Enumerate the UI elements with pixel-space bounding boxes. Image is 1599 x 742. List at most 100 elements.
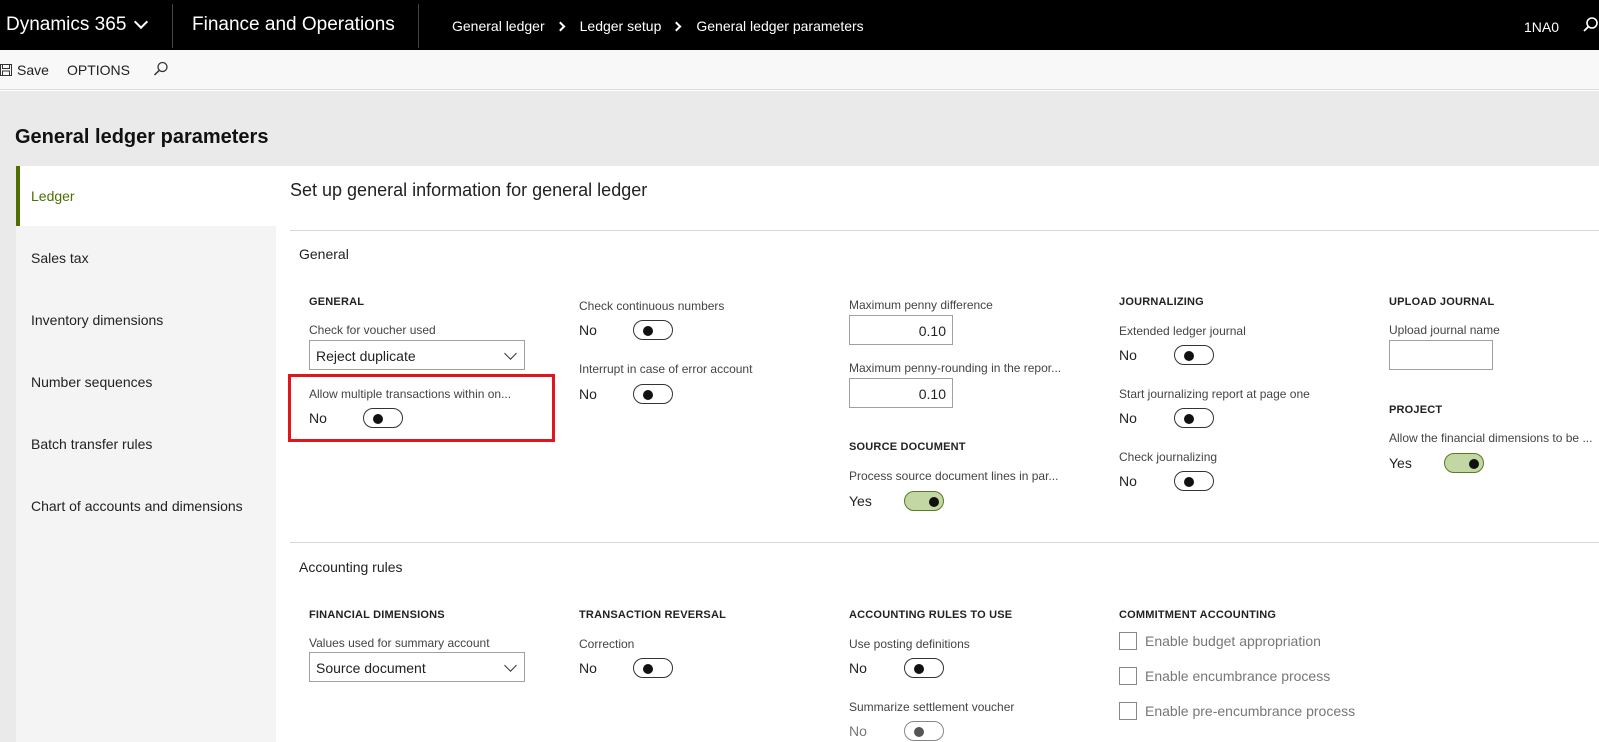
app-name[interactable]: Finance and Operations [192,14,395,36]
group-transaction-reversal: TRANSACTION REVERSAL [579,609,727,621]
save-label: Save [17,62,49,78]
group-source-document: SOURCE DOCUMENT [849,441,966,453]
correction-label: Correction [579,637,635,651]
budget-appropriation-checkbox[interactable]: Enable budget appropriation [1119,632,1321,650]
toggle-knob [1184,351,1194,361]
tab-batch-transfer-rules[interactable]: Batch transfer rules [16,414,276,474]
dynamics-365-menu[interactable]: Dynamics 365 [6,14,149,36]
tab-inventory-dimensions[interactable]: Inventory dimensions [16,290,276,350]
toggle-knob [1184,414,1194,424]
interrupt-error-toggle[interactable] [633,384,673,404]
posting-definitions-value: No [849,660,867,676]
brand-label: Dynamics 365 [6,14,127,35]
start-journalizing-toggle[interactable] [1174,408,1214,428]
section-accounting-rules[interactable]: Accounting rules [299,559,403,575]
top-navigation-bar: Dynamics 365 Finance and Operations Gene… [0,0,1599,50]
find-icon[interactable] [153,61,169,80]
correction-value: No [579,660,597,676]
group-financial-dimensions: FINANCIAL DIMENSIONS [309,609,445,621]
action-pane: Save OPTIONS [0,50,1599,90]
checkbox-box [1119,702,1137,720]
group-general: GENERAL [309,296,365,308]
checkbox-box [1119,667,1137,685]
tab-chart-of-accounts[interactable]: Chart of accounts and dimensions [16,476,276,536]
save-button[interactable]: Save [0,62,49,78]
voucher-value: Reject duplicate [316,348,416,364]
penny-difference-input[interactable]: 0.10 [849,315,953,345]
encumbrance-label: Enable encumbrance process [1145,668,1331,684]
upload-journal-input[interactable] [1389,340,1493,370]
tab-ledger[interactable]: Ledger [16,166,276,226]
page-title: General ledger parameters [15,126,269,148]
budget-appropriation-label: Enable budget appropriation [1145,633,1321,649]
breadcrumb-ledger-setup[interactable]: Ledger setup [580,18,662,34]
extended-journal-label: Extended ledger journal [1119,324,1246,338]
tab-number-sequences[interactable]: Number sequences [16,352,276,412]
group-commitment-accounting: COMMITMENT ACCOUNTING [1119,609,1277,621]
encumbrance-checkbox[interactable]: Enable encumbrance process [1119,667,1330,685]
interrupt-error-label: Interrupt in case of error account [579,362,753,376]
posting-definitions-toggle[interactable] [904,658,944,678]
section-general[interactable]: General [299,246,349,262]
summary-account-value: Source document [316,660,426,676]
extended-journal-value: No [1119,347,1137,363]
save-icon [0,64,12,76]
process-lines-label: Process source document lines in par... [849,469,1059,483]
interrupt-error-value: No [579,386,597,402]
group-project: PROJECT [1389,404,1443,416]
vertical-tabs: Ledger Sales tax Inventory dimensions Nu… [16,166,276,742]
toggle-knob [1469,459,1479,469]
breadcrumb-general-ledger-parameters[interactable]: General ledger parameters [696,18,863,34]
continuous-numbers-toggle[interactable] [633,320,673,340]
toggle-knob [929,497,939,507]
breadcrumb-general-ledger[interactable]: General ledger [452,18,545,34]
allow-dimensions-value: Yes [1389,455,1412,471]
options-button[interactable]: OPTIONS [67,62,130,78]
toggle-knob [643,664,653,674]
highlight-box [288,374,555,442]
start-journalizing-label: Start journalizing report at page one [1119,387,1310,401]
extended-journal-toggle[interactable] [1174,345,1214,365]
penny-rounding-input[interactable]: 0.10 [849,378,953,408]
chevron-right-icon [555,21,566,31]
allow-dimensions-label: Allow the financial dimensions to be ... [1389,431,1593,445]
upload-journal-label: Upload journal name [1389,323,1500,337]
chevron-right-icon [671,21,682,31]
allow-dimensions-toggle[interactable] [1444,453,1484,473]
content-title: Set up general information for general l… [290,180,648,200]
summarize-settlement-toggle[interactable] [904,721,944,741]
start-journalizing-value: No [1119,410,1137,426]
posting-definitions-label: Use posting definitions [849,637,970,651]
toggle-knob [643,390,653,400]
tab-sales-tax[interactable]: Sales tax [16,228,276,288]
summarize-settlement-value: No [849,723,867,739]
toggle-knob [1184,477,1194,487]
summary-account-select[interactable]: Source document [309,652,525,682]
continuous-numbers-value: No [579,322,597,338]
divider [172,4,173,48]
chevron-down-icon [504,347,517,360]
search-icon[interactable] [1583,17,1599,38]
group-journalizing: JOURNALIZING [1119,296,1204,308]
company-picker[interactable]: 1NA0 [1524,19,1559,35]
check-journalizing-value: No [1119,473,1137,489]
voucher-label: Check for voucher used [309,323,436,337]
process-lines-toggle[interactable] [904,491,944,511]
voucher-select[interactable]: Reject duplicate [309,340,525,370]
breadcrumb: General ledger Ledger setup General ledg… [452,18,864,34]
divider [290,542,1599,543]
pre-encumbrance-checkbox[interactable]: Enable pre-encumbrance process [1119,702,1355,720]
divider [418,4,419,48]
toggle-knob [643,326,653,336]
check-journalizing-toggle[interactable] [1174,471,1214,491]
toggle-knob [914,664,924,674]
group-upload-journal: UPLOAD JOURNAL [1389,296,1495,308]
toggle-knob [914,727,924,737]
penny-rounding-label: Maximum penny-rounding in the repor... [849,361,1062,375]
process-lines-value: Yes [849,493,872,509]
penny-difference-label: Maximum penny difference [849,298,993,312]
summary-account-label: Values used for summary account [309,636,490,650]
group-accounting-rules-to-use: ACCOUNTING RULES TO USE [849,609,1013,621]
correction-toggle[interactable] [633,658,673,678]
chevron-down-icon [134,14,149,30]
